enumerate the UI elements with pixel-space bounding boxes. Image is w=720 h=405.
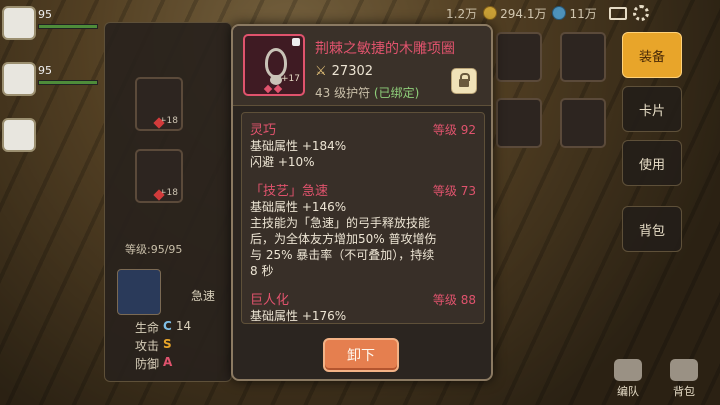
equip-slot[interactable] (560, 98, 606, 148)
gold-coin-icon (483, 6, 498, 20)
lock-icon (459, 73, 470, 87)
affix-level: 等级 88 (432, 293, 476, 307)
affix-line: 闪避 +10% (250, 155, 315, 169)
party-member[interactable]: 95 (0, 6, 110, 50)
crossed-swords-icon: ⚔ (315, 64, 327, 79)
item-icon-frame: +17 (243, 34, 305, 96)
item-header: +17 荆棘之敏捷的木雕项圈 ⚔ 27302 43 级护符 (已绑定) (233, 26, 491, 106)
party-hp-bar (38, 24, 98, 29)
item-detail-popup: +17 荆棘之敏捷的木雕项圈 ⚔ 27302 43 级护符 (已绑定) 灵巧 等… (231, 24, 493, 381)
stat-grade: C (163, 319, 172, 333)
party-level: 95 (38, 8, 52, 21)
mail-icon[interactable] (608, 6, 627, 20)
coins-value: 1.2万 (446, 6, 478, 21)
gem-icon (273, 84, 283, 94)
tab-equip[interactable]: 装备 (622, 32, 682, 78)
bound-status: (已绑定) (373, 86, 420, 100)
stat-value: 14 (175, 319, 192, 333)
affix-line: 基础属性 +146% (250, 200, 347, 214)
team-label: 编队 (617, 385, 639, 398)
equip-slot-weapon[interactable]: +18 (135, 77, 183, 131)
affix-level: 等级 73 (432, 184, 476, 198)
affix-line: 基础属性 +176% (250, 309, 347, 323)
resource-gold: 294.1万 (483, 5, 546, 22)
item-name: 荆棘之敏捷的木雕项圈 (315, 41, 455, 57)
stat-row-hp: 生命 C 14 (135, 319, 191, 336)
affix-list[interactable]: 灵巧 等级 92 基础属性 +184% 闪避 +10% 「技艺」急速 等级 73… (241, 112, 485, 324)
affix-line: 后，为全体友方增加50% 普攻增伤 (250, 232, 437, 246)
affix-level: 等级 92 (432, 123, 476, 137)
settings-gear-icon[interactable] (632, 5, 649, 21)
gold-value: 294.1万 (500, 6, 547, 21)
affix-line: 基础属性 +184% (250, 139, 347, 153)
party-avatar (2, 62, 36, 96)
tab-bag[interactable]: 背包 (622, 206, 682, 252)
affix-line: 与 25% 暴击率（不可叠加），持续 (250, 248, 435, 262)
character-panel: +18 +18 等级:95/95 急速 生命 C 14 攻击 S 防御 A (104, 22, 232, 382)
resource-coins: 1.2万 (446, 5, 477, 22)
affix-name: 灵巧 (250, 123, 277, 138)
item-level-type: 43 级护符 (315, 86, 371, 100)
gem-icon (263, 84, 273, 94)
item-power: ⚔ 27302 (315, 64, 373, 79)
item-subtitle: 43 级护符 (已绑定) (315, 84, 419, 101)
party-member[interactable] (0, 118, 110, 162)
affix-entry: 「技艺」急速 等级 73 基础属性 +146% 主技能为「急速」的弓手释放技能 … (250, 180, 476, 279)
skill-name: 急速 (191, 289, 216, 303)
party-avatar (2, 118, 36, 152)
party-hp-bar (38, 80, 98, 85)
skill-icon[interactable] (117, 269, 161, 315)
stat-grade: A (163, 355, 173, 369)
character-level: 等级:95/95 (125, 243, 183, 256)
resource-gems: 11万 (552, 5, 597, 22)
equip-slot[interactable] (496, 32, 542, 82)
equip-slot[interactable] (560, 32, 606, 82)
lock-badge-icon (292, 38, 300, 46)
bag-label: 背包 (673, 385, 695, 398)
affix-name: 巨人化 (250, 293, 290, 308)
affix-line: 8 秒 (250, 264, 274, 278)
stat-label: 防御 (135, 357, 160, 371)
lock-button[interactable] (451, 68, 477, 94)
bag-button[interactable]: 背包 (662, 359, 706, 399)
party-level: 95 (38, 64, 52, 77)
gems-value: 11万 (569, 6, 597, 21)
backpack-icon (670, 359, 698, 381)
party-member[interactable]: 95 (0, 62, 110, 106)
power-value: 27302 (331, 64, 374, 79)
unequip-button[interactable]: 卸下 (323, 338, 399, 372)
affix-line: 主技能为「急速」的弓手释放技能 (250, 216, 431, 230)
resource-bar: 1.2万 294.1万 11万 (440, 0, 720, 26)
stat-grade: S (163, 337, 172, 351)
gem-icon (552, 6, 567, 20)
party-avatar (2, 6, 36, 40)
stat-label: 生命 (135, 321, 160, 335)
tab-use[interactable]: 使用 (622, 140, 682, 186)
stat-label: 攻击 (135, 339, 160, 353)
party-list: 95 95 (0, 6, 110, 174)
affix-entry: 巨人化 等级 88 基础属性 +176% (250, 289, 476, 323)
team-icon (614, 359, 642, 381)
equip-slot-armor[interactable]: +18 (135, 149, 183, 203)
item-enhance-level: +17 (281, 74, 300, 84)
stat-row-defense: 防御 A (135, 355, 172, 372)
affix-entry: 灵巧 等级 92 基础属性 +184% 闪避 +10% (250, 119, 476, 170)
team-button[interactable]: 编队 (606, 359, 650, 399)
stat-row-attack: 攻击 S (135, 337, 172, 354)
equip-slot[interactable] (496, 98, 542, 148)
tab-card[interactable]: 卡片 (622, 86, 682, 132)
affix-name: 「技艺」急速 (250, 184, 329, 199)
